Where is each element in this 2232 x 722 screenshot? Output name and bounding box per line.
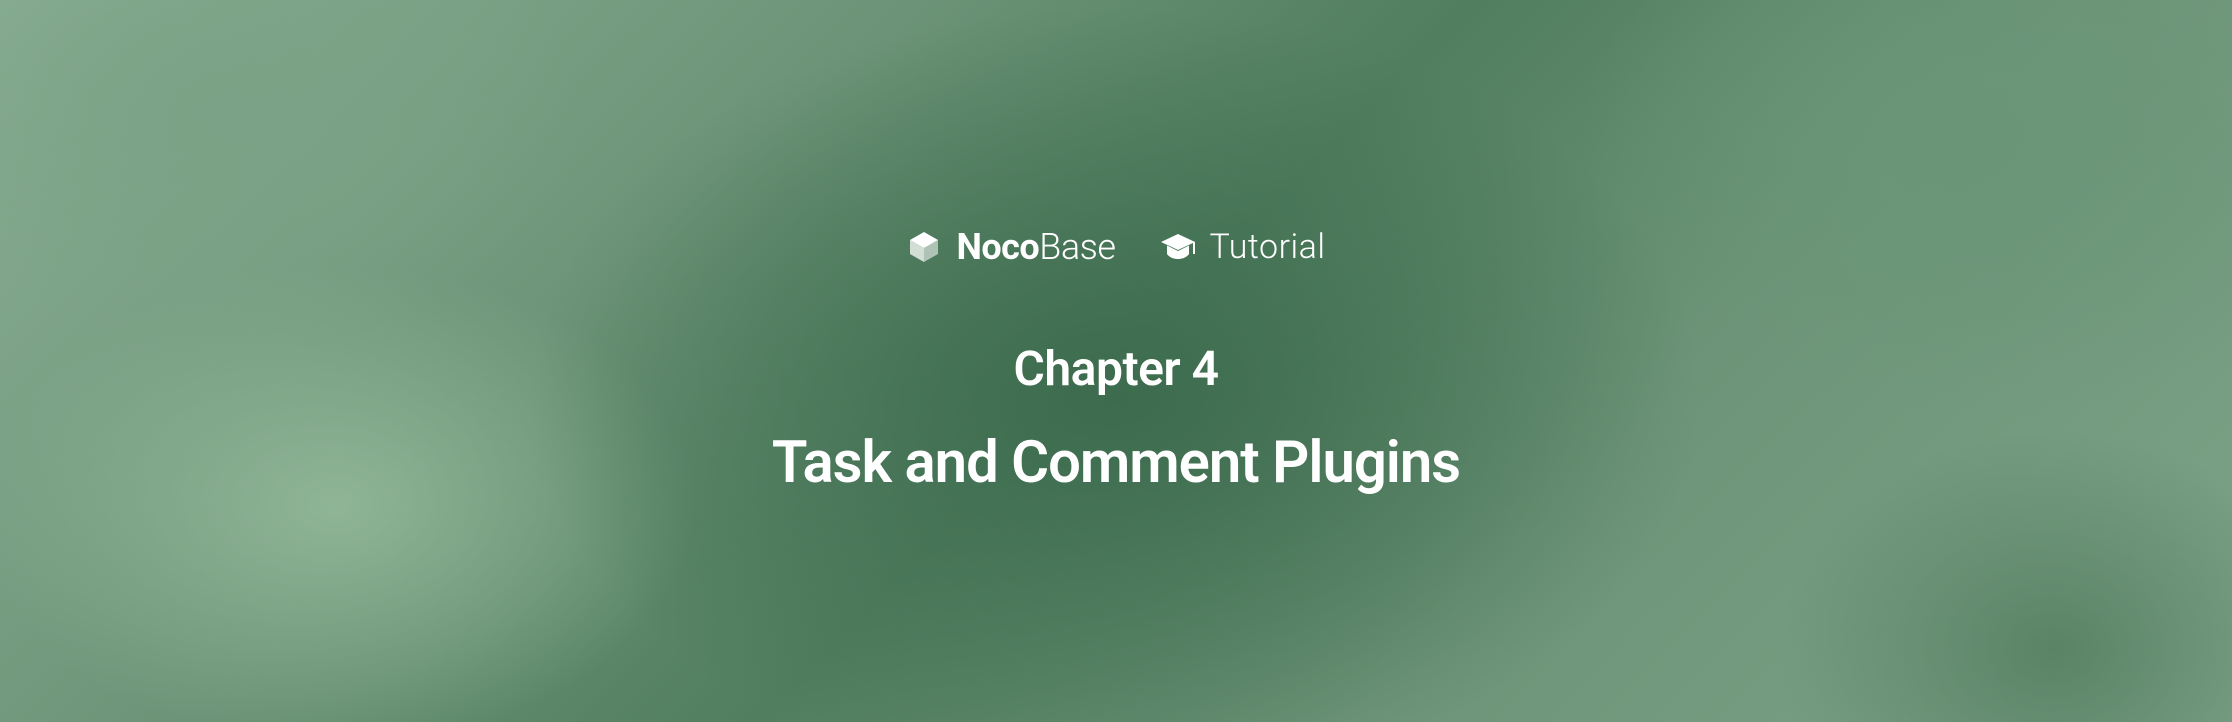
tutorial-badge: Tutorial: [1160, 227, 1326, 267]
brand-name-bold: Noco: [956, 226, 1039, 268]
graduation-cap-icon: [1160, 229, 1196, 265]
brand-logo-group: NocoBase: [906, 226, 1115, 268]
tutorial-label: Tutorial: [1210, 227, 1326, 267]
chapter-label: Chapter 4: [1013, 340, 1218, 397]
hero-banner: NocoBase Tutorial Chapter 4 Task and Com…: [0, 0, 2232, 722]
chapter-title: Task and Comment Plugins: [772, 429, 1460, 497]
brand-name: NocoBase: [956, 226, 1115, 268]
brand-name-light: Base: [1039, 226, 1115, 268]
cube-icon: [906, 229, 942, 265]
brand-row: NocoBase Tutorial: [906, 226, 1325, 268]
